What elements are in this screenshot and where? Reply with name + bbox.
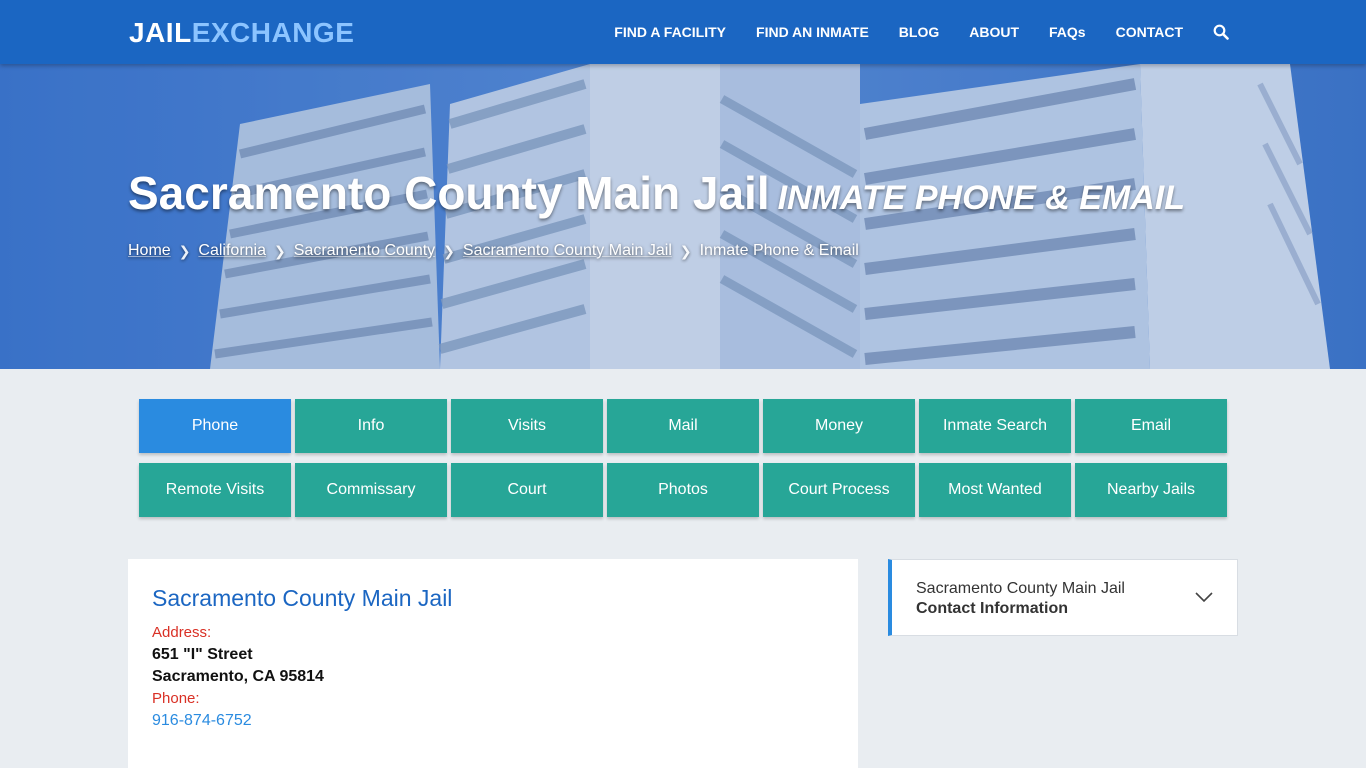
nav-contact[interactable]: CONTACT	[1116, 24, 1183, 40]
nav-about[interactable]: ABOUT	[969, 24, 1019, 40]
breadcrumb-facility[interactable]: Sacramento County Main Jail	[463, 242, 672, 260]
tab-money[interactable]: Money	[763, 399, 915, 453]
page-title-subtitle: Inmate Phone & Email	[777, 179, 1185, 217]
contact-info-accordion[interactable]: Sacramento County Main Jail Contact Info…	[888, 559, 1238, 636]
phone-link[interactable]: 916-874-6752	[152, 710, 834, 732]
chevron-down-icon[interactable]	[1195, 590, 1213, 603]
address-line-1: 651 "I" Street	[152, 646, 253, 663]
breadcrumb-county[interactable]: Sacramento County	[294, 242, 435, 260]
breadcrumb-state[interactable]: California	[198, 242, 266, 260]
accordion-heading: Contact Information	[916, 600, 1068, 617]
tab-info[interactable]: Info	[295, 399, 447, 453]
nav-faqs[interactable]: FAQs	[1049, 24, 1086, 40]
logo-exchange: EXCHANGE	[191, 17, 355, 48]
nav-find-facility[interactable]: FIND A FACILITY	[614, 24, 726, 40]
search-icon[interactable]	[1213, 24, 1229, 40]
tab-court[interactable]: Court	[451, 463, 603, 517]
page-title: Sacramento County Main Jail Inmate Phone …	[128, 167, 1185, 224]
tab-court-process[interactable]: Court Process	[763, 463, 915, 517]
tab-commissary[interactable]: Commissary	[295, 463, 447, 517]
tab-mail[interactable]: Mail	[607, 399, 759, 453]
tab-phone[interactable]: Phone	[139, 399, 291, 453]
logo-jail: JAIL	[129, 17, 192, 48]
chevron-right-icon: ❯	[443, 242, 455, 259]
address-line-2: Sacramento, CA 95814	[152, 668, 324, 685]
tab-email[interactable]: Email	[1075, 399, 1227, 453]
phone-label: Phone:	[152, 690, 200, 707]
hero-banner: Sacramento County Main Jail Inmate Phone …	[0, 64, 1366, 369]
nav-blog[interactable]: BLOG	[899, 24, 939, 40]
breadcrumb: Home ❯ California ❯ Sacramento County ❯ …	[128, 242, 859, 260]
site-logo[interactable]: JAILEXCHANGE	[129, 17, 354, 49]
breadcrumb-current: Inmate Phone & Email	[699, 242, 859, 259]
site-header: JAILEXCHANGE FIND A FACILITY FIND AN INM…	[0, 0, 1366, 64]
accordion-facility-name: Sacramento County Main Jail	[916, 580, 1125, 597]
tab-nearby-jails[interactable]: Nearby Jails	[1075, 463, 1227, 517]
tab-most-wanted[interactable]: Most Wanted	[919, 463, 1071, 517]
chevron-right-icon: ❯	[178, 242, 191, 259]
breadcrumb-home[interactable]: Home	[128, 242, 171, 260]
facility-name: Sacramento County Main Jail	[152, 585, 453, 611]
nav-find-inmate[interactable]: FIND AN INMATE	[756, 24, 869, 40]
address-label: Address:	[152, 624, 212, 641]
facility-info-card: Sacramento County Main Jail Address: 651…	[128, 559, 858, 768]
tab-remote-visits[interactable]: Remote Visits	[139, 463, 291, 517]
chevron-right-icon: ❯	[274, 242, 286, 259]
tab-photos[interactable]: Photos	[607, 463, 759, 517]
chevron-right-icon: ❯	[679, 242, 692, 259]
facility-tabs: Phone Info Visits Mail Money Inmate Sear…	[139, 399, 1227, 517]
main-nav: FIND A FACILITY FIND AN INMATE BLOG ABOU…	[614, 0, 1366, 64]
tab-inmate-search[interactable]: Inmate Search	[919, 399, 1071, 453]
page-title-main: Sacramento County Main Jail	[128, 167, 770, 219]
tab-visits[interactable]: Visits	[451, 399, 603, 453]
